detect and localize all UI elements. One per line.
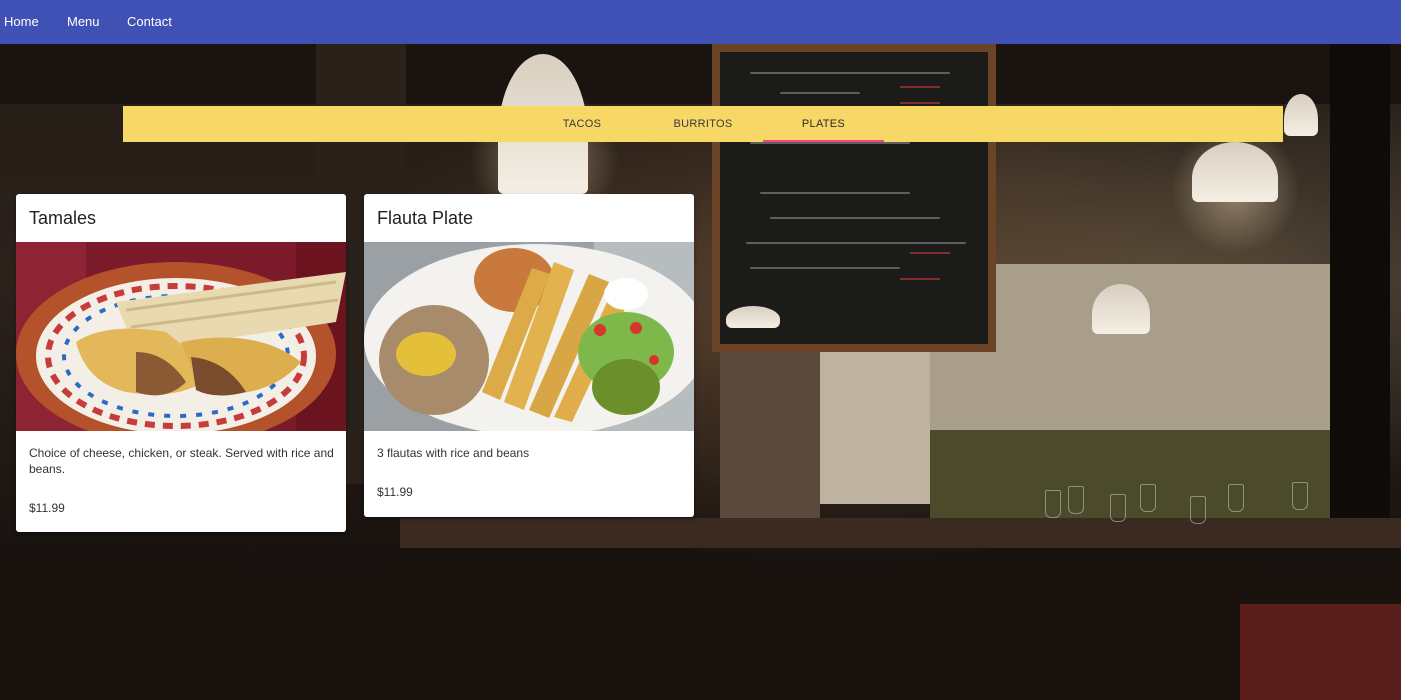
flauta-plate-image (364, 242, 694, 431)
nav-home-link[interactable]: Home (4, 14, 39, 29)
card-price: $11.99 (377, 485, 413, 499)
card-price: $11.99 (29, 501, 65, 515)
tab-burritos[interactable]: BURRITOS (656, 106, 750, 142)
menu-category-tabs: TACOS BURRITOS PLATES (123, 106, 1283, 142)
nav-menu-link[interactable]: Menu (67, 14, 100, 29)
menu-card-flauta-plate[interactable]: Flauta Plate 3 flautas with rice and bea… (364, 194, 694, 517)
top-navbar: Home Menu Contact (0, 0, 1401, 44)
tab-plates[interactable]: PLATES (763, 106, 884, 142)
active-tab-indicator (763, 140, 884, 142)
tamales-image (16, 242, 346, 431)
menu-card-tamales[interactable]: Tamales Choice of cheese, chicken, or st… (16, 194, 346, 532)
card-description: 3 flautas with rice and beans (377, 446, 530, 460)
tab-tacos[interactable]: TACOS (535, 106, 629, 142)
nav-contact-link[interactable]: Contact (127, 14, 172, 29)
card-title: Flauta Plate (377, 208, 474, 228)
card-description: Choice of cheese, chicken, or steak. Ser… (29, 446, 334, 476)
card-title: Tamales (29, 208, 97, 228)
